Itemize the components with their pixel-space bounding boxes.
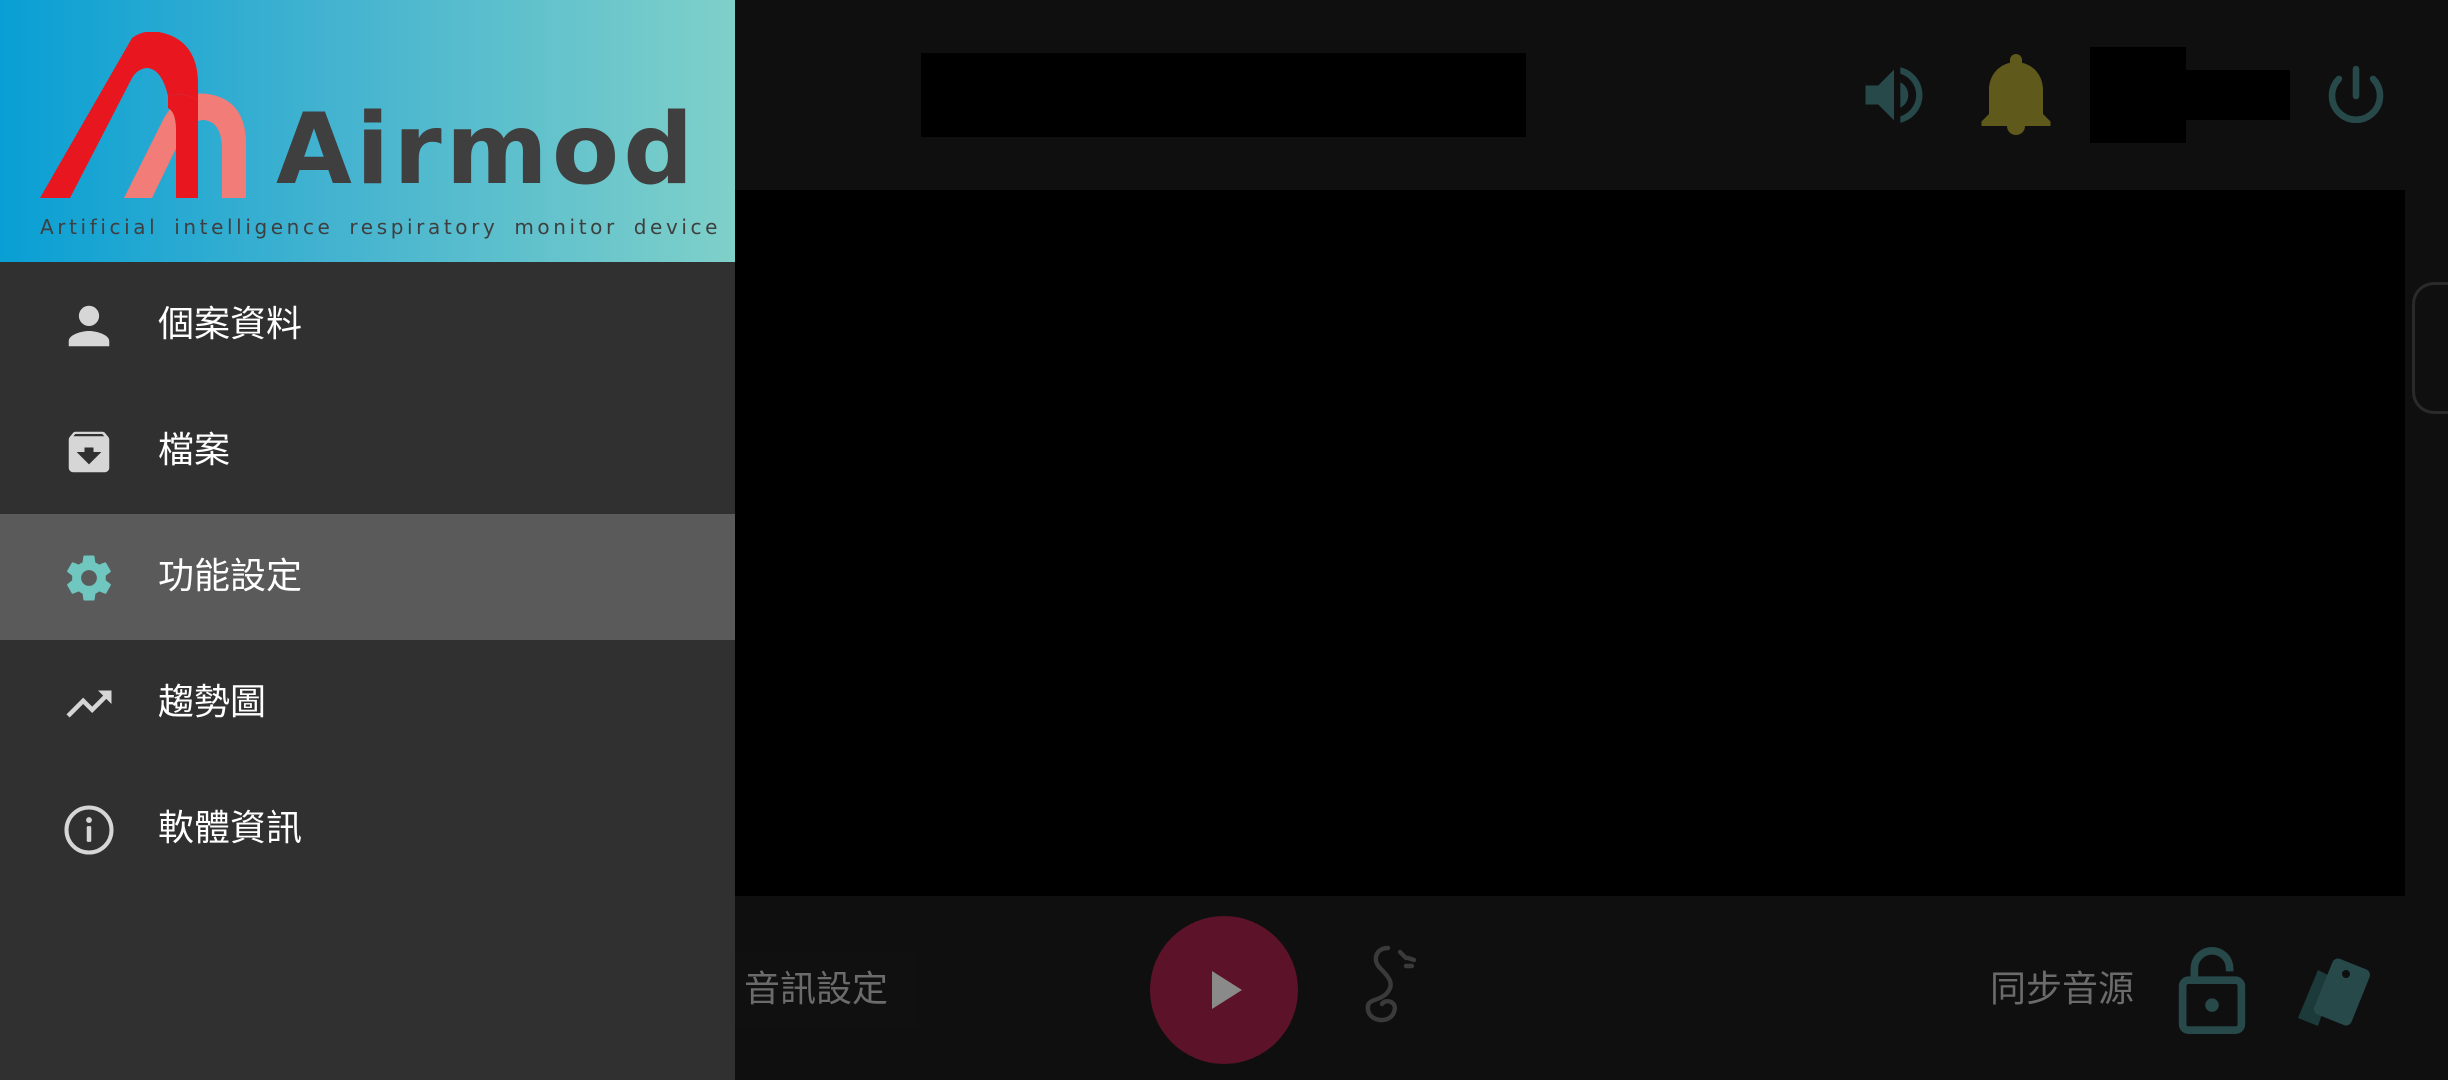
info-icon bbox=[64, 805, 114, 855]
archive-icon bbox=[68, 431, 110, 473]
menu-item-files[interactable]: 檔案 bbox=[0, 388, 735, 514]
status-indicator bbox=[2090, 47, 2186, 143]
snail-icon[interactable] bbox=[1356, 942, 1426, 1030]
menu-item-trend-chart[interactable]: 趨勢圖 bbox=[0, 640, 735, 766]
menu-item-function-settings[interactable]: 功能設定 bbox=[0, 514, 735, 640]
volume-icon[interactable] bbox=[1856, 57, 1932, 133]
navigation-drawer: Airmod Artificial intelligence respirato… bbox=[0, 0, 735, 1080]
menu-item-label: 軟體資訊 bbox=[158, 808, 303, 849]
person-icon bbox=[68, 305, 110, 347]
menu-item-label: 檔案 bbox=[158, 430, 231, 471]
app-screen: 音訊設定 同步音源 Airmod Artificial intelligence bbox=[0, 0, 2448, 1080]
side-panel-handle[interactable] bbox=[2412, 282, 2448, 414]
waveform-area bbox=[735, 190, 2405, 896]
trending-up-icon bbox=[66, 690, 112, 718]
bell-icon[interactable] bbox=[1980, 54, 2052, 138]
menu-item-label: 趨勢圖 bbox=[158, 682, 267, 723]
drawer-header: Airmod Artificial intelligence respirato… bbox=[0, 0, 735, 262]
status-indicator-extension bbox=[2180, 70, 2290, 120]
audio-settings-label: 音訊設定 bbox=[744, 969, 889, 1010]
play-button[interactable] bbox=[1150, 916, 1298, 1064]
brand-wordmark: Airmod bbox=[276, 93, 698, 207]
menu-item-case-data[interactable]: 個案資料 bbox=[0, 262, 735, 388]
drawer-menu: 個案資料 檔案 功能設定 趨勢圖 軟體資訊 bbox=[0, 262, 735, 892]
power-icon[interactable] bbox=[2320, 60, 2392, 132]
menu-item-software-info[interactable]: 軟體資訊 bbox=[0, 766, 735, 892]
airmod-logo-icon bbox=[40, 32, 246, 198]
cards-icon[interactable] bbox=[2290, 950, 2376, 1036]
menu-item-label: 個案資料 bbox=[158, 304, 303, 345]
gear-icon bbox=[67, 555, 111, 601]
menu-item-label: 功能設定 bbox=[158, 556, 303, 597]
audio-settings-button[interactable]: 音訊設定 bbox=[720, 952, 918, 1028]
brand-tagline: Artificial intelligence respiratory moni… bbox=[40, 215, 722, 239]
title-display bbox=[921, 53, 1526, 137]
sync-audio-label[interactable]: 同步音源 bbox=[1990, 962, 2134, 1018]
play-icon bbox=[1212, 971, 1242, 1009]
lock-open-icon[interactable] bbox=[2176, 942, 2248, 1036]
